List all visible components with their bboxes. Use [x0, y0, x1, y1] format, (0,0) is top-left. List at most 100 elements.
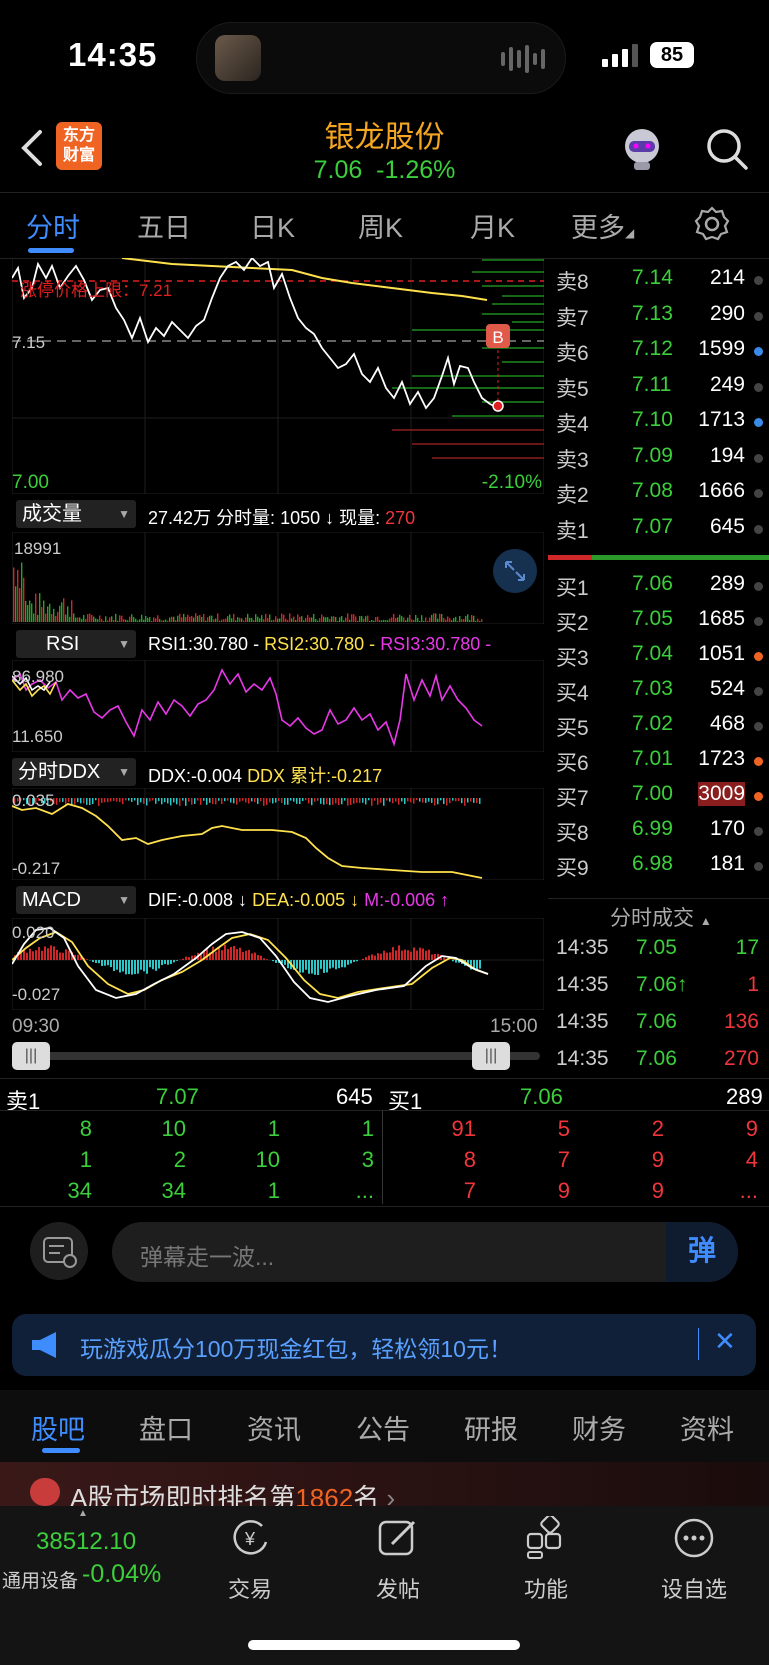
sell-order-row[interactable]: 卖1 7.07 645 — [556, 515, 769, 545]
queue-sell-cell: 34 — [161, 1178, 186, 1203]
ddx-bar — [233, 798, 235, 804]
sell-order-row[interactable]: 卖6 7.12 1599 — [556, 337, 769, 367]
macd-bar — [50, 945, 52, 960]
danmu-send-button[interactable]: 弹 — [666, 1222, 738, 1282]
tab-guba[interactable]: 股吧 — [31, 1408, 85, 1447]
volume-bar — [301, 616, 303, 622]
tab-weekly-k[interactable]: 周K — [358, 206, 403, 245]
ddx-bar — [404, 798, 406, 805]
buy-order-row[interactable]: 买7 7.00 3009 — [556, 782, 769, 812]
volume-bar — [137, 620, 139, 622]
ddx-bar — [317, 798, 319, 801]
ddx-values: DDX:-0.004 DDX 累计:-0.217 — [148, 762, 382, 788]
tab-announcement[interactable]: 公告 — [356, 1408, 410, 1447]
macd-bar — [230, 946, 232, 960]
nav-add-watchlist[interactable]: 设自选 — [644, 1572, 744, 1604]
buy-order-row[interactable]: 买9 6.98 181 — [556, 852, 769, 882]
function-grid-icon[interactable] — [524, 1516, 568, 1560]
index-change[interactable]: -0.04% — [82, 1560, 161, 1589]
ddx-bar — [281, 798, 283, 804]
tab-pankou[interactable]: 盘口 — [139, 1408, 193, 1447]
buy-order-row[interactable]: 买8 6.99 170 — [556, 817, 769, 847]
macd-bar — [260, 955, 262, 960]
tab-five-day[interactable]: 五日 — [137, 206, 191, 245]
ddx-bar — [308, 798, 310, 804]
volume-bar — [41, 607, 43, 622]
trades-header[interactable]: 分时成交 ▲ — [610, 902, 712, 932]
ddx-selector[interactable]: 分时DDX ▼ — [12, 758, 136, 786]
promo-banner[interactable]: 玩游戏瓜分100万现金红包，轻松领10元！ ✕ — [12, 1314, 756, 1376]
ai-robot-icon[interactable] — [616, 124, 668, 172]
volume-bar — [387, 620, 389, 622]
sell-order-row[interactable]: 卖7 7.13 290 — [556, 302, 769, 332]
volume-selector[interactable]: 成交量 ▼ — [16, 500, 136, 528]
tab-monthly-k[interactable]: 月K — [470, 206, 515, 245]
slider-handle-right[interactable]: ||| — [472, 1042, 510, 1070]
nav-function[interactable]: 功能 — [496, 1572, 596, 1604]
tab-daily-k[interactable]: 日K — [250, 206, 295, 245]
search-icon[interactable] — [704, 126, 750, 172]
macd-bar — [353, 960, 355, 962]
tab-research[interactable]: 研报 — [464, 1408, 518, 1447]
volume-bar — [15, 586, 17, 622]
slider-handle-left[interactable]: ||| — [12, 1042, 50, 1070]
volume-bar — [235, 620, 237, 622]
expand-button[interactable] — [493, 549, 537, 593]
macd-bar — [167, 960, 169, 965]
rsi-values: RSI1:30.780 - RSI2:30.780 - RSI3:30.780 … — [148, 634, 491, 655]
limit-label: 涨停价格上限：7.21 — [20, 281, 172, 300]
danmu-toggle-button[interactable] — [30, 1222, 88, 1280]
sell-order-row[interactable]: 卖2 7.08 1666 — [556, 479, 769, 509]
ddx-bar — [338, 798, 340, 806]
buy-order-row[interactable]: 买2 7.05 1685 — [556, 607, 769, 637]
sell-order-row[interactable]: 卖3 7.09 194 — [556, 444, 769, 474]
volume-bar — [349, 619, 351, 622]
macd-selector[interactable]: MACD ▼ — [16, 886, 136, 914]
close-icon[interactable]: ✕ — [714, 1326, 736, 1357]
tab-profile[interactable]: 资料 — [680, 1408, 734, 1447]
volume-bar — [153, 617, 155, 622]
nav-post[interactable]: 发帖 — [348, 1572, 448, 1604]
volume-bar — [421, 615, 423, 622]
volume-bar — [133, 617, 135, 622]
rsi-selector[interactable]: RSI ▼ — [16, 630, 136, 658]
volume-bar — [99, 615, 101, 622]
ddx-bar — [434, 798, 436, 806]
tab-more[interactable]: 更多◢ — [571, 206, 634, 245]
volume-bar — [225, 618, 227, 622]
ddx-bar — [158, 798, 160, 802]
nav-trade[interactable]: 交易 — [200, 1572, 300, 1604]
post-icon[interactable] — [376, 1516, 420, 1560]
index-value[interactable]: 38512.10 — [36, 1528, 136, 1556]
trade-icon[interactable]: ¥ — [228, 1516, 272, 1560]
ddx-bar — [365, 798, 367, 805]
tab-finance[interactable]: 财务 — [572, 1408, 626, 1447]
sell-order-row[interactable]: 卖5 7.11 249 — [556, 373, 769, 403]
sell-order-row[interactable]: 卖8 7.14 214 — [556, 266, 769, 296]
macd-bar — [92, 960, 94, 963]
buy-order-row[interactable]: 买6 7.01 1723 — [556, 747, 769, 777]
volume-bar — [49, 603, 51, 622]
rank-bar[interactable]: A股市场即时排名第1862名 › — [0, 1462, 769, 1513]
ddx-bar — [125, 798, 127, 801]
range-slider-track[interactable] — [24, 1052, 540, 1060]
index-name[interactable]: 通用设备 — [2, 1566, 78, 1593]
volume-bar — [17, 569, 19, 622]
tab-news[interactable]: 资讯 — [247, 1408, 301, 1447]
order-price: 6.99 — [632, 817, 673, 840]
buy-order-row[interactable]: 买3 7.04 1051 — [556, 642, 769, 672]
buy-order-row[interactable]: 买1 7.06 289 — [556, 572, 769, 602]
sell-order-row[interactable]: 卖4 7.10 1713 — [556, 408, 769, 438]
ddx-bar — [140, 798, 142, 803]
macd-bar — [410, 951, 412, 960]
tab-fenshi[interactable]: 分时 — [26, 206, 80, 245]
more-dots-icon[interactable] — [672, 1516, 716, 1560]
volume-bar — [305, 617, 307, 622]
buy-order-row[interactable]: 买5 7.02 468 — [556, 712, 769, 742]
buy-order-row[interactable]: 买4 7.03 524 — [556, 677, 769, 707]
danmu-input[interactable]: 弹幕走一波... 弹 — [112, 1222, 738, 1282]
ddx-bar — [119, 798, 121, 803]
macd-bar — [455, 960, 457, 963]
intraday-price-chart[interactable]: B 涨停价格上限：7.21 7.15 7.00 -2.10% — [12, 258, 544, 494]
gear-icon[interactable] — [694, 206, 730, 242]
